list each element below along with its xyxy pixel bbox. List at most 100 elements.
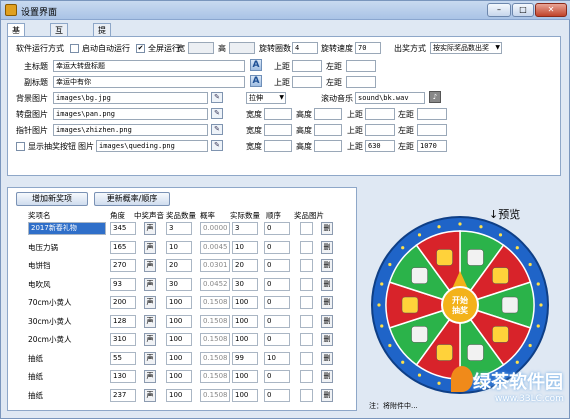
- delete-button[interactable]: 删: [321, 240, 333, 254]
- order-cell[interactable]: 0: [264, 240, 290, 254]
- qty-cell[interactable]: 100: [166, 333, 192, 346]
- sound-button[interactable]: 声: [144, 388, 156, 402]
- minimize-button[interactable]: –: [487, 3, 511, 17]
- qty-cell[interactable]: 20: [166, 259, 192, 272]
- sound-button[interactable]: 声: [144, 314, 156, 328]
- prize-image-box[interactable]: [300, 222, 313, 235]
- prize-name-cell[interactable]: 电吹风: [28, 278, 51, 291]
- button-browse-icon[interactable]: ✎: [211, 140, 223, 151]
- sound-button[interactable]: 声: [144, 370, 156, 383]
- prize-name-cell[interactable]: 抽纸: [28, 352, 43, 365]
- wheel-width-input[interactable]: [264, 108, 292, 120]
- button-top-input[interactable]: 630: [365, 140, 395, 152]
- prize-name-cell[interactable]: 2017新春礼物: [28, 222, 106, 235]
- order-cell[interactable]: 0: [264, 333, 290, 346]
- qty-cell[interactable]: 100: [166, 314, 192, 328]
- prize-image-box[interactable]: [300, 240, 313, 254]
- actual-cell[interactable]: 100: [232, 314, 258, 328]
- order-cell[interactable]: 0: [264, 259, 290, 272]
- wheel-left-input[interactable]: [417, 108, 447, 120]
- prize-image-box[interactable]: [300, 296, 313, 309]
- order-cell[interactable]: 0: [264, 222, 290, 235]
- main-title-font-button[interactable]: A: [250, 59, 262, 71]
- delete-button[interactable]: 删: [321, 388, 333, 402]
- pointer-top-input[interactable]: [365, 124, 395, 136]
- button-left-input[interactable]: 1070: [417, 140, 447, 152]
- actual-cell[interactable]: 10: [232, 240, 258, 254]
- qty-cell[interactable]: 3: [166, 222, 192, 235]
- button-height-input[interactable]: [314, 140, 342, 152]
- angle-cell[interactable]: 130: [110, 370, 136, 383]
- prize-image-box[interactable]: [300, 370, 313, 383]
- qty-cell[interactable]: 100: [166, 351, 192, 365]
- sub-title-input[interactable]: 幸运中有你: [53, 76, 245, 88]
- fullscreen-checkbox[interactable]: ✔: [136, 44, 145, 53]
- actual-cell[interactable]: 100: [232, 333, 258, 346]
- order-cell[interactable]: 0: [264, 277, 290, 291]
- sound-button[interactable]: 声: [144, 296, 156, 309]
- delete-button[interactable]: 删: [321, 370, 333, 383]
- delete-button[interactable]: 删: [321, 259, 333, 272]
- actual-cell[interactable]: 30: [232, 277, 258, 291]
- button-image-input[interactable]: images\queding.png: [96, 140, 208, 152]
- actual-cell[interactable]: 100: [232, 388, 258, 402]
- prize-name-cell[interactable]: 20cm小黄人: [28, 333, 71, 346]
- order-cell[interactable]: 0: [264, 370, 290, 383]
- main-title-input[interactable]: 幸运大转盘标题: [53, 60, 245, 72]
- pointer-image-input[interactable]: images\zhizhen.png: [53, 124, 208, 136]
- auto-run-checkbox[interactable]: [70, 44, 79, 53]
- sound-button[interactable]: 声: [144, 259, 156, 272]
- actual-cell[interactable]: 100: [232, 296, 258, 309]
- prize-image-box[interactable]: [300, 333, 313, 346]
- delete-button[interactable]: 删: [321, 296, 333, 309]
- qty-cell[interactable]: 30: [166, 277, 192, 291]
- width-input[interactable]: [188, 42, 214, 54]
- prize-name-cell[interactable]: 抽纸: [28, 389, 43, 402]
- qty-cell[interactable]: 10: [166, 240, 192, 254]
- delete-button[interactable]: 删: [321, 314, 333, 328]
- button-width-input[interactable]: [264, 140, 292, 152]
- pointer-height-input[interactable]: [314, 124, 342, 136]
- qty-cell[interactable]: 100: [166, 388, 192, 402]
- pointer-left-input[interactable]: [417, 124, 447, 136]
- speed-input[interactable]: 70: [355, 42, 381, 54]
- prize-name-cell[interactable]: 70cm小黄人: [28, 296, 71, 309]
- prize-name-cell[interactable]: 30cm小黄人: [28, 315, 71, 328]
- pointer-width-input[interactable]: [264, 124, 292, 136]
- height-input[interactable]: [229, 42, 255, 54]
- order-cell[interactable]: 0: [264, 296, 290, 309]
- delete-button[interactable]: 删: [321, 333, 333, 346]
- prize-image-box[interactable]: [300, 388, 313, 402]
- sub-title-top-input[interactable]: [292, 76, 322, 88]
- sound-button[interactable]: 声: [144, 351, 156, 365]
- wheel-top-input[interactable]: [365, 108, 395, 120]
- order-cell[interactable]: 0: [264, 388, 290, 402]
- prize-image-box[interactable]: [300, 314, 313, 328]
- angle-cell[interactable]: 55: [110, 351, 136, 365]
- title-bar[interactable]: 设置界面 – □ ✕: [1, 1, 570, 20]
- bg-browse-icon[interactable]: ✎: [211, 92, 223, 103]
- spins-input[interactable]: 4: [292, 42, 318, 54]
- actual-cell[interactable]: 100: [232, 370, 258, 383]
- delete-button[interactable]: 删: [321, 222, 333, 235]
- angle-cell[interactable]: 93: [110, 277, 136, 291]
- angle-cell[interactable]: 200: [110, 296, 136, 309]
- bg-image-input[interactable]: images\bg.jpg: [53, 92, 208, 104]
- tab-interaction[interactable]: 互动设置: [50, 23, 68, 74]
- sub-title-font-button[interactable]: A: [250, 75, 262, 87]
- sound-button[interactable]: 声: [144, 333, 156, 346]
- prize-name-cell[interactable]: 电饼铛: [28, 259, 51, 272]
- prize-image-box[interactable]: [300, 259, 313, 272]
- wheel-browse-icon[interactable]: ✎: [211, 108, 223, 119]
- wheel-height-input[interactable]: [314, 108, 342, 120]
- close-button[interactable]: ✕: [535, 3, 567, 17]
- angle-cell[interactable]: 310: [110, 333, 136, 346]
- delete-button[interactable]: 删: [321, 351, 333, 365]
- angle-cell[interactable]: 128: [110, 314, 136, 328]
- wheel-image-input[interactable]: images\pan.png: [53, 108, 208, 120]
- actual-cell[interactable]: 3: [232, 222, 258, 235]
- maximize-button[interactable]: □: [512, 3, 534, 17]
- angle-cell[interactable]: 345: [110, 222, 136, 235]
- delete-button[interactable]: 删: [321, 277, 333, 291]
- prize-name-cell[interactable]: 电压力锅: [28, 241, 58, 254]
